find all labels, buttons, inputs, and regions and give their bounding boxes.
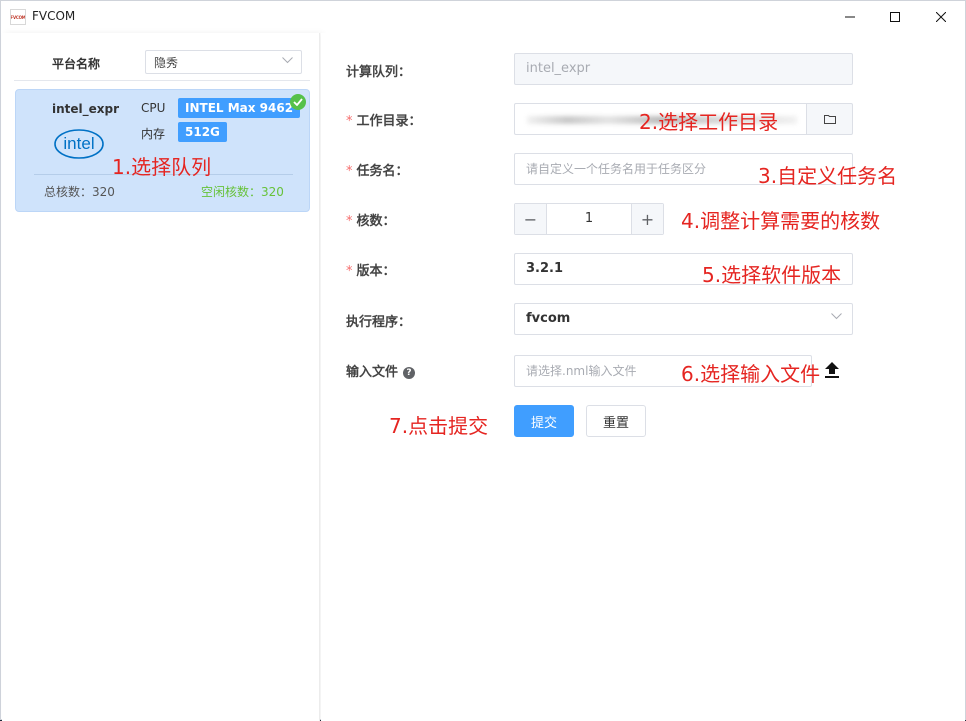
cores-value[interactable]: 1 (547, 204, 631, 234)
upload-icon[interactable] (825, 362, 839, 378)
memory-tag: 512G (178, 122, 227, 142)
input-file-placeholder: 请选择.nml输入文件 (526, 364, 637, 378)
annotation-step6: 6.选择输入文件 (681, 362, 821, 386)
free-cores: 空闲核数：320 (201, 185, 284, 199)
app-logo-icon: FVCOM (10, 9, 26, 25)
input-file-label: 输入文件? (346, 361, 416, 380)
exec-label: 执行程序： (346, 315, 412, 330)
chevron-down-icon (282, 57, 293, 64)
exec-select-value: fvcom (526, 311, 571, 326)
input-file-label-text: 输入文件 (346, 365, 399, 380)
cpu-tag: INTEL Max 9462 (178, 98, 301, 118)
required-mark: * (346, 214, 353, 229)
required-mark: * (346, 164, 353, 179)
cores-label-text: 核数： (356, 214, 396, 229)
platform-row: 平台名称 隐秀 (14, 45, 310, 81)
job-form: 计算队列： intel_expr * 工作目录： 2.选择工作目录 * 任务名： 请… (321, 33, 965, 721)
workdir-label-text: 工作目录： (356, 114, 422, 129)
app-window: FVCOM FVCOM 平台名称 隐秀 intel_expr intel CPU (0, 0, 966, 721)
close-icon (936, 12, 946, 22)
decrement-button[interactable]: − (515, 204, 547, 234)
minimize-icon (845, 16, 855, 18)
window-title: FVCOM (32, 9, 76, 23)
intel-logo-text: intel (63, 134, 94, 153)
memory-label: 内存 (141, 127, 166, 141)
annotation-step5: 5.选择软件版本 (702, 263, 842, 287)
increment-button[interactable]: + (631, 204, 663, 234)
maximize-icon (890, 12, 900, 22)
version-label: * 版本： (346, 260, 396, 279)
taskname-placeholder: 请自定义一个任务名用于任务区分 (526, 162, 707, 176)
annotation-step4: 4.调整计算需要的核数 (681, 209, 881, 233)
queue-field: intel_expr (514, 53, 853, 85)
close-button[interactable] (918, 1, 964, 33)
required-mark: * (346, 114, 353, 129)
chevron-down-icon (831, 313, 842, 320)
platform-select-value: 隐秀 (154, 56, 179, 70)
submit-button[interactable]: 提交 (514, 405, 574, 437)
minimize-button[interactable] (827, 1, 873, 33)
total-cores: 总核数：320 (44, 185, 115, 199)
taskname-label: * 任务名： (346, 160, 409, 179)
folder-icon (823, 115, 836, 124)
version-label-text: 版本： (356, 264, 396, 279)
annotation-step3: 3.自定义任务名 (758, 164, 898, 188)
taskname-label-text: 任务名： (356, 164, 409, 179)
queue-label: 计算队列： (346, 65, 412, 80)
annotation-step1: 1.选择队列 (112, 155, 212, 179)
intel-logo-icon: intel (54, 129, 104, 159)
title-bar[interactable]: FVCOM FVCOM (1, 1, 965, 33)
queue-sidebar: 平台名称 隐秀 intel_expr intel CPU INTEL Max 9… (2, 33, 320, 721)
cores-label: * 核数： (346, 210, 396, 229)
platform-select[interactable]: 隐秀 (145, 50, 302, 74)
annotation-step7: 7.点击提交 (389, 414, 489, 438)
app-logo-text: FVCOM (10, 14, 26, 20)
annotation-step2: 2.选择工作目录 (639, 110, 779, 134)
browse-folder-button[interactable] (806, 103, 853, 135)
cpu-label: CPU (141, 101, 166, 115)
workdir-label: * 工作目录： (346, 110, 422, 129)
queue-name: intel_expr (52, 102, 120, 116)
required-mark: * (346, 264, 353, 279)
cores-stepper[interactable]: − 1 + (514, 203, 664, 235)
help-icon[interactable]: ? (403, 367, 416, 379)
maximize-button[interactable] (872, 1, 918, 33)
reset-button[interactable]: 重置 (586, 405, 646, 437)
platform-label: 平台名称 (52, 57, 101, 71)
selected-check-icon (290, 94, 306, 110)
exec-select[interactable]: fvcom (514, 303, 853, 335)
